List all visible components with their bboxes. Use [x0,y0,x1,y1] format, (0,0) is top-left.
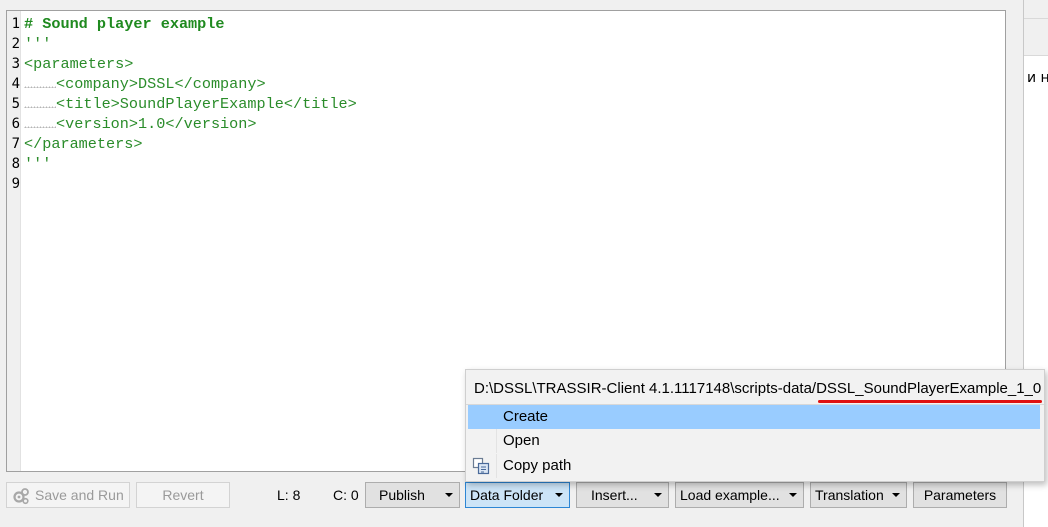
menu-item-copy-path[interactable]: Copy path [468,454,1040,478]
load-example-button[interactable]: Load example... [675,482,804,508]
insert-label: Insert... [591,487,638,503]
revert-label: Revert [162,487,204,503]
code-line-text: <company>DSSL</company> [56,75,266,93]
menu-item-label: Open [503,432,540,449]
code-line-text: <version>1.0</version> [56,115,257,133]
save-and-run-button[interactable]: Save and Run [6,482,130,508]
data-folder-path: D:\DSSL\TRASSIR-Client 4.1.1117148\scrip… [474,380,1042,397]
code-line: ''' [24,155,52,173]
side-panel-top [1024,0,1048,18]
code-line: ''' [24,35,52,53]
line-number-gutter: 1 2 3 4 5 6 7 8 9 [7,11,21,471]
publish-label: Publish [379,487,425,503]
line-status: L: 8 [277,487,301,503]
menu-icon-separator [496,429,497,453]
line-number: 8 [11,156,20,172]
revert-button[interactable]: Revert [136,482,230,508]
code-line: </parameters> [24,135,143,153]
parameters-button[interactable]: Parameters [913,482,1007,508]
indent-guide [24,94,56,108]
column-status: C: 0 [333,487,359,503]
chevron-down-icon [654,493,662,497]
chevron-down-icon [789,493,797,497]
chevron-down-icon [892,493,900,497]
line-number: 4 [11,76,20,92]
insert-button[interactable]: Insert... [576,482,669,508]
parameters-label: Parameters [923,487,997,503]
menu-item-create[interactable]: Create [468,405,1040,429]
data-folder-button[interactable]: Data Folder [465,482,570,508]
code-line: <parameters> [24,55,134,73]
line-number: 9 [11,176,20,192]
code-line: <title>SoundPlayerExample</title> [24,94,357,114]
menu-icon-separator [496,454,497,478]
translation-label: Translation [815,487,884,503]
publish-button[interactable]: Publish [365,482,460,508]
side-panel-header [1024,18,1048,56]
line-number: 5 [11,96,20,112]
line-number: 1 [11,16,20,32]
line-number: 6 [11,116,20,132]
copy-path-icon [472,457,490,475]
code-line-text: <title>SoundPlayerExample</title> [56,95,357,113]
line-number: 2 [11,36,20,52]
code-line: <company>DSSL</company> [24,74,266,94]
menu-item-label: Create [503,408,549,425]
indent-guide [24,114,56,128]
gears-icon [13,488,29,505]
indent-guide [24,74,56,88]
save-and-run-label: Save and Run [35,487,124,503]
menu-item-label: Copy path [503,457,572,474]
data-folder-menu: D:\DSSL\TRASSIR-Client 4.1.1117148\scrip… [465,369,1045,482]
line-number: 7 [11,136,20,152]
translation-button[interactable]: Translation [810,482,907,508]
load-example-label: Load example... [680,487,780,503]
code-line: <version>1.0</version> [24,114,257,134]
data-folder-label: Data Folder [470,487,544,503]
side-panel-text: и н [1027,70,1048,86]
chevron-down-icon [445,493,453,497]
line-number: 3 [11,56,20,72]
path-underline [818,400,1042,403]
code-line: # Sound player example [24,15,225,33]
chevron-down-icon [555,493,563,497]
menu-item-open[interactable]: Open [468,429,1040,453]
